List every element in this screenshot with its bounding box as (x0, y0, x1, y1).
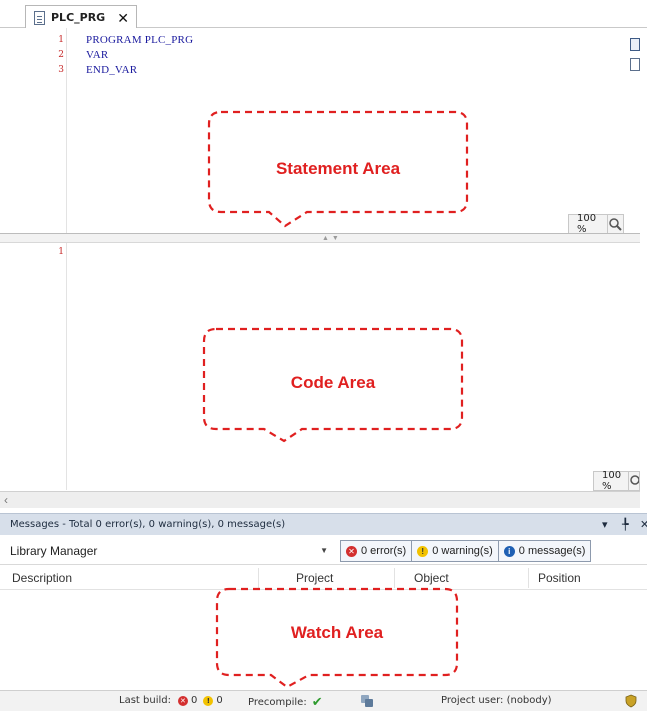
code-line[interactable]: PROGRAM PLC_PRG (86, 34, 193, 46)
watch-area-callout: Watch Area (215, 587, 459, 691)
warnings-filter-button[interactable]: ! 0 warning(s) (412, 541, 499, 561)
statement-zoom[interactable]: 100 % (568, 213, 624, 235)
warning-icon: ! (417, 545, 429, 557)
declaration-view-icon[interactable] (630, 38, 640, 51)
messages-filter-button[interactable]: i 0 message(s) (498, 541, 591, 561)
code-zoom[interactable]: 100 % (593, 470, 640, 492)
last-build-status: Last build: ✕ 0 ! 0 (119, 695, 223, 706)
code-line[interactable]: END_VAR (86, 64, 137, 76)
messages-titlebar: Messages - Total 0 error(s), 0 warning(s… (0, 513, 647, 535)
precompile-status: Precompile: ✔ (248, 695, 323, 710)
zoom-magnifier-icon[interactable] (608, 215, 623, 233)
tab-plc-prg[interactable]: PLC_PRG ✕ (25, 5, 137, 29)
check-icon: ✔ (311, 695, 323, 710)
column-position[interactable]: Position (538, 571, 581, 585)
line-number-gutter: 1 (0, 243, 67, 490)
statement-area-callout: Statement Area (207, 110, 469, 228)
message-source-select[interactable]: Library Manager ▼ (6, 540, 334, 561)
chevron-down-icon[interactable]: ▼ (320, 546, 328, 555)
callout-label: Statement Area (275, 159, 401, 178)
pane-splitter[interactable]: ▲▼ (0, 233, 640, 243)
message-source-value: Library Manager (10, 543, 98, 558)
editor-tabbar: PLC_PRG ✕ (0, 0, 647, 29)
precompile-label: Precompile: (248, 697, 307, 708)
message-filter-group: ✕ 0 error(s) ! 0 warning(s) i 0 message(… (340, 540, 592, 562)
column-separator[interactable] (394, 568, 395, 588)
line-number-gutter: 1 2 3 (0, 28, 67, 233)
messages-toolbar: Library Manager ▼ ✕ 0 error(s) ! 0 warni… (0, 535, 647, 565)
messages-title: Messages - Total 0 error(s), 0 warning(s… (10, 519, 286, 530)
close-panel-icon[interactable]: ✕ (640, 518, 647, 531)
line-number: 1 (58, 35, 64, 45)
column-separator[interactable] (528, 568, 529, 588)
line-number: 3 (58, 65, 64, 75)
line-number: 1 (58, 247, 64, 257)
error-icon: ✕ (177, 695, 188, 706)
status-bar: Last build: ✕ 0 ! 0 Precompile: ✔ Projec… (0, 690, 647, 711)
project-user-label: Project user: (nobody) (441, 695, 552, 706)
splitter-arrows-icon: ▲▼ (322, 235, 342, 242)
close-tab-icon[interactable]: ✕ (117, 11, 129, 25)
zoom-level: 100 % (594, 470, 629, 492)
user-shield-icon[interactable] (625, 694, 637, 708)
callout-label: Code Area (290, 373, 376, 392)
project-user-status: Project user: (nobody) (441, 695, 552, 706)
warning-count: 0 (216, 695, 223, 706)
horizontal-scrollbar[interactable]: ‹ (0, 491, 640, 508)
column-object[interactable]: Object (414, 571, 449, 585)
document-icon (34, 10, 45, 25)
warnings-filter-label: 0 warning(s) (432, 545, 493, 557)
error-icon: ✕ (346, 545, 357, 557)
code-line[interactable]: VAR (86, 49, 108, 61)
column-description[interactable]: Description (12, 571, 72, 585)
code-area-callout: Code Area (202, 327, 464, 445)
errors-filter-label: 0 error(s) (361, 545, 407, 557)
zoom-level: 100 % (569, 213, 608, 235)
last-build-label: Last build: (119, 695, 171, 706)
zoom-magnifier-icon[interactable] (629, 472, 639, 490)
info-icon: i (503, 545, 515, 557)
column-project[interactable]: Project (296, 571, 333, 585)
error-count: 0 (190, 695, 198, 706)
textual-view-icon[interactable] (630, 58, 640, 71)
callout-label: Watch Area (290, 623, 384, 642)
warning-icon: ! (203, 695, 214, 706)
pin-icon[interactable]: ╄ (622, 518, 629, 531)
line-number: 2 (58, 50, 64, 60)
column-separator[interactable] (258, 568, 259, 588)
scroll-left-icon[interactable]: ‹ (4, 492, 8, 508)
panel-menu-icon[interactable]: ▾ (602, 518, 608, 531)
tab-label: PLC_PRG (51, 11, 106, 24)
precompile-settings-icon[interactable] (360, 694, 374, 708)
messages-filter-label: 0 message(s) (518, 545, 586, 557)
errors-filter-button[interactable]: ✕ 0 error(s) (341, 541, 413, 561)
